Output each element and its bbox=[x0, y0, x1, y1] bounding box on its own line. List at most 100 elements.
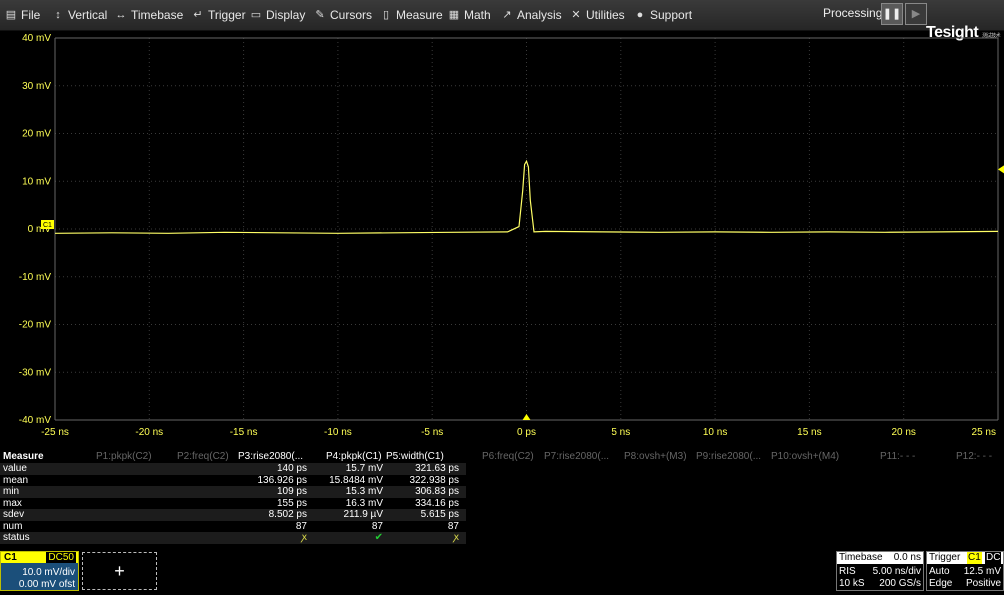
x-tick-label: -20 ns bbox=[135, 427, 163, 438]
menu-cursors[interactable]: ✎ Cursors bbox=[314, 5, 372, 25]
processing-label: Processing: bbox=[823, 6, 886, 20]
y-tick-label: 10 mV bbox=[22, 176, 51, 187]
measure-cell-p5: 321.63 ps bbox=[415, 463, 459, 474]
measure-cell-p4: 87 bbox=[371, 520, 383, 532]
measure-cell-p5: 306.83 ps bbox=[415, 486, 459, 497]
measure-header-p1[interactable]: P1:pkpk(C2) bbox=[96, 451, 152, 463]
trigger-level: 12.5 mV bbox=[963, 566, 1001, 577]
x-tick-label: 10 ns bbox=[703, 427, 727, 438]
menu-utilities[interactable]: ✕ Utilities bbox=[570, 5, 624, 25]
support-icon: ● bbox=[636, 9, 644, 21]
measure-header-p2[interactable]: P2:freq(C2) bbox=[177, 451, 229, 463]
row-label: value bbox=[3, 463, 27, 474]
y-tick-label: 30 mV bbox=[22, 81, 51, 92]
measure-header-p5[interactable]: P5:width(C1) bbox=[386, 451, 444, 463]
trigger-header: Trigger C1 DC bbox=[927, 552, 1003, 564]
row-label: status bbox=[3, 532, 30, 543]
menu-label: Timebase bbox=[131, 8, 184, 22]
measure-header-p11[interactable]: P11:- - - bbox=[880, 451, 915, 463]
horizontal-arrows-icon: ↔ bbox=[115, 9, 127, 21]
timebase-delay: 0.0 ns bbox=[893, 552, 921, 563]
cursors-icon: ✎ bbox=[315, 9, 325, 21]
measure-header-p10[interactable]: P10:ovsh+(M4) bbox=[771, 451, 839, 463]
vertical-arrows-icon: ↕ bbox=[55, 9, 61, 21]
measure-cell-p5: 5.615 ps bbox=[420, 509, 459, 520]
y-tick-label: 40 mV bbox=[22, 33, 51, 44]
timebase-rate: 200 GS/s bbox=[879, 578, 921, 589]
measure-cell-p4: 16.3 mV bbox=[345, 497, 383, 509]
measure-cell-p4: 15.7 mV bbox=[345, 463, 383, 474]
measure-cell-p3: 109 ps bbox=[276, 486, 307, 497]
trigger-icon: ↵ bbox=[193, 9, 203, 21]
menu-label: Cursors bbox=[330, 8, 373, 22]
trigger-descriptor-box[interactable]: Trigger C1 DC Auto 12.5 mV Edge Positive bbox=[926, 551, 1004, 591]
run-button[interactable]: ▶ bbox=[905, 3, 927, 25]
measure-cell-p4: ✔ bbox=[374, 532, 383, 543]
measure-cell-p3: 155 ps bbox=[276, 497, 307, 509]
waveform-grid[interactable]: 40 mV30 mV20 mV10 mV0 mV-10 mV-20 mV-30 … bbox=[0, 30, 1004, 451]
menu-trigger[interactable]: ↵ Trigger bbox=[192, 5, 246, 25]
measure-header-p8[interactable]: P8:ovsh+(M3) bbox=[624, 451, 687, 463]
measure-header-p7[interactable]: P7:rise2080(... bbox=[544, 451, 609, 463]
measure-cell-p4: 211.9 µV bbox=[343, 509, 384, 520]
y-tick-label: -20 mV bbox=[19, 320, 52, 331]
c1-descriptor-box[interactable]: C1 DC50 10.0 mV/div 0.00 mV ofst bbox=[0, 551, 79, 591]
x-tick-label: 5 ns bbox=[611, 427, 630, 438]
timebase-tdiv: 5.00 ns/div bbox=[872, 566, 921, 577]
measure-header-p12[interactable]: P12:- - - bbox=[956, 451, 992, 463]
timebase-descriptor-box[interactable]: Timebase 0.0 ns RIS 5.00 ns/div 10 kS 20… bbox=[836, 551, 924, 591]
menu-measure[interactable]: ▯ Measure bbox=[380, 5, 443, 25]
menu-support[interactable]: ● Support bbox=[634, 5, 692, 25]
measure-cell-p5: 322.938 ps bbox=[409, 474, 460, 486]
measure-cell-p4: 15.8484 mV bbox=[329, 474, 383, 486]
add-trace-button[interactable]: + bbox=[82, 552, 157, 590]
menu-math[interactable]: ▦ Math bbox=[448, 5, 491, 25]
measure-cell-p3: 8.502 ps bbox=[268, 509, 307, 520]
trigger-label: Trigger bbox=[929, 552, 961, 563]
x-tick-label: -10 ns bbox=[324, 427, 352, 438]
measure-header-p9[interactable]: P9:rise2080(... bbox=[696, 451, 761, 463]
timebase-mode: RIS bbox=[839, 566, 856, 577]
measure-cell-p3: 140 ps bbox=[276, 463, 307, 474]
channel-name: C1 bbox=[4, 552, 17, 563]
menu-label: Vertical bbox=[68, 8, 108, 22]
row-label: mean bbox=[3, 474, 29, 486]
trigger-position-marker[interactable] bbox=[522, 414, 531, 420]
measure-row-status: status ꭗ ✔ ꭗ bbox=[0, 532, 466, 544]
measure-row-value: value 140 ps 15.7 mV 321.63 ps bbox=[0, 463, 466, 475]
pause-button[interactable]: ❚❚ bbox=[881, 3, 903, 25]
graticule bbox=[54, 37, 999, 421]
menu-label: Analysis bbox=[517, 8, 562, 22]
analysis-icon: ↗ bbox=[502, 9, 512, 21]
measure-cell-p4: 15.3 mV bbox=[345, 486, 383, 497]
measure-header-p3[interactable]: P3:rise2080(... bbox=[238, 451, 303, 463]
menu-analysis[interactable]: ↗ Analysis bbox=[501, 5, 562, 25]
x-tick-label: 20 ns bbox=[891, 427, 915, 438]
markers: C1 bbox=[41, 165, 1004, 420]
trigger-type: Edge bbox=[929, 578, 953, 589]
menu-vertical[interactable]: ↕ Vertical bbox=[52, 5, 107, 25]
menu-label: Trigger bbox=[208, 8, 246, 22]
measure-cell-p5: 87 bbox=[447, 520, 459, 532]
measure-header-p4[interactable]: P4:pkpk(C1) bbox=[326, 451, 382, 463]
x-tick-label: 15 ns bbox=[797, 427, 821, 438]
trigger-source: C1 bbox=[967, 552, 982, 564]
y-tick-label: -10 mV bbox=[19, 272, 52, 283]
channel-marker-label: C1 bbox=[43, 222, 52, 229]
x-tick-label: 25 ns bbox=[972, 427, 996, 438]
trigger-level-marker[interactable] bbox=[998, 165, 1004, 174]
channel-offset: 0.00 mV ofst bbox=[18, 579, 75, 590]
y-axis-labels: 40 mV30 mV20 mV10 mV0 mV-10 mV-20 mV-30 … bbox=[19, 33, 52, 426]
measure-icon: ▯ bbox=[382, 9, 390, 21]
y-tick-label: -30 mV bbox=[19, 367, 52, 378]
measure-header-p6[interactable]: P6:freq(C2) bbox=[482, 451, 534, 463]
menu-display[interactable]: ▭ Display bbox=[250, 5, 306, 25]
menu-timebase[interactable]: ↔ Timebase bbox=[115, 5, 184, 25]
menu-file[interactable]: ▤ File bbox=[5, 5, 41, 25]
menu-label: File bbox=[21, 8, 41, 22]
menu-label: Math bbox=[464, 8, 491, 22]
math-icon: ▦ bbox=[448, 9, 460, 21]
measure-cell-p3: 87 bbox=[295, 520, 307, 532]
row-label: min bbox=[3, 486, 20, 497]
measure-table[interactable]: Measure P1:pkpk(C2) P2:freq(C2) P3:rise208… bbox=[0, 451, 1004, 551]
